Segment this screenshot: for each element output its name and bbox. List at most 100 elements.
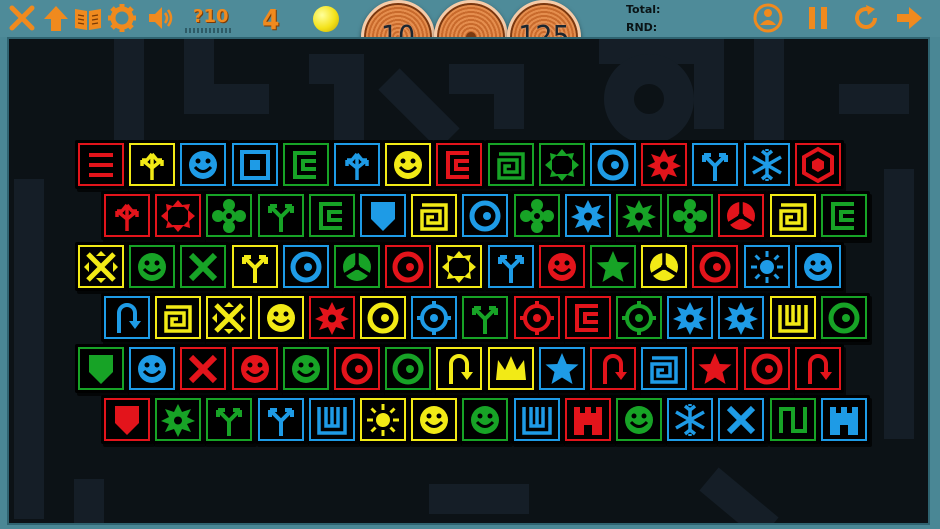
tile[interactable]: [535, 140, 588, 189]
tile[interactable]: [408, 191, 461, 240]
tile[interactable]: [664, 395, 717, 444]
tile[interactable]: [177, 344, 230, 393]
tile[interactable]: [75, 242, 127, 291]
tile[interactable]: [203, 293, 256, 342]
tile[interactable]: [408, 293, 461, 342]
tile[interactable]: [715, 395, 768, 444]
tile[interactable]: [331, 242, 383, 291]
tile[interactable]: [587, 140, 639, 189]
tile[interactable]: [254, 293, 307, 342]
tile[interactable]: [331, 344, 383, 393]
tile[interactable]: [638, 242, 691, 291]
tile[interactable]: [254, 191, 307, 240]
tile[interactable]: [484, 242, 537, 291]
tile[interactable]: [766, 191, 819, 240]
tile[interactable]: [561, 395, 614, 444]
tile[interactable]: [613, 293, 665, 342]
hint-counter[interactable]: ?10: [193, 6, 229, 27]
tile[interactable]: [357, 395, 409, 444]
tile[interactable]: [791, 140, 844, 189]
tile[interactable]: [152, 191, 205, 240]
tile[interactable]: [638, 344, 691, 393]
tile[interactable]: [254, 395, 307, 444]
tile[interactable]: [715, 293, 768, 342]
tile[interactable]: [126, 344, 179, 393]
tile[interactable]: [689, 242, 742, 291]
tutorial-button[interactable]: [752, 2, 784, 34]
tile[interactable]: [817, 191, 870, 240]
restart-button[interactable]: [850, 2, 882, 34]
tile[interactable]: [101, 191, 153, 240]
tile[interactable]: [433, 344, 486, 393]
tile[interactable]: [382, 344, 435, 393]
tile[interactable]: [357, 293, 409, 342]
tile[interactable]: [664, 191, 717, 240]
tile[interactable]: [203, 395, 256, 444]
tile[interactable]: [357, 191, 409, 240]
sound-button[interactable]: [145, 2, 177, 34]
tile[interactable]: [817, 395, 870, 444]
tile[interactable]: [689, 140, 742, 189]
tile[interactable]: [817, 293, 870, 342]
tile[interactable]: [535, 344, 588, 393]
tile[interactable]: [305, 293, 358, 342]
tile[interactable]: [791, 242, 844, 291]
tile[interactable]: [331, 140, 383, 189]
tile[interactable]: [587, 242, 639, 291]
tile[interactable]: [203, 191, 256, 240]
tile[interactable]: [740, 242, 793, 291]
tile[interactable]: [535, 242, 588, 291]
tile[interactable]: [740, 344, 793, 393]
tile[interactable]: [75, 344, 127, 393]
tile[interactable]: [279, 140, 332, 189]
tile[interactable]: [510, 191, 563, 240]
tile[interactable]: [177, 242, 230, 291]
tile[interactable]: [305, 395, 358, 444]
tile[interactable]: [279, 242, 332, 291]
tile[interactable]: [101, 395, 153, 444]
tile[interactable]: [382, 140, 435, 189]
tile[interactable]: [126, 242, 179, 291]
tile[interactable]: [228, 242, 281, 291]
tile[interactable]: [152, 293, 205, 342]
tile[interactable]: [305, 191, 358, 240]
tile[interactable]: [664, 293, 717, 342]
next-button[interactable]: [893, 2, 925, 34]
tile[interactable]: [101, 293, 153, 342]
tile[interactable]: [484, 140, 537, 189]
tile[interactable]: [689, 344, 742, 393]
tile[interactable]: [766, 293, 819, 342]
tile[interactable]: [228, 344, 281, 393]
tile[interactable]: [433, 140, 486, 189]
tile[interactable]: [587, 344, 639, 393]
tile[interactable]: [484, 344, 537, 393]
tile[interactable]: [408, 395, 461, 444]
tile[interactable]: [459, 191, 512, 240]
tile[interactable]: [740, 140, 793, 189]
close-button[interactable]: [6, 2, 38, 34]
tile[interactable]: [228, 140, 281, 189]
tile[interactable]: [715, 191, 768, 240]
tile[interactable]: [561, 293, 614, 342]
tile[interactable]: [613, 395, 665, 444]
tile[interactable]: [791, 344, 844, 393]
tile[interactable]: [75, 140, 127, 189]
tile[interactable]: [561, 191, 614, 240]
tile[interactable]: [152, 395, 205, 444]
tile[interactable]: [459, 395, 512, 444]
tile[interactable]: [382, 242, 435, 291]
pause-button[interactable]: [802, 2, 834, 34]
settings-button[interactable]: [106, 2, 138, 34]
tile[interactable]: [126, 140, 179, 189]
tile[interactable]: [279, 344, 332, 393]
tile[interactable]: [638, 140, 691, 189]
tile[interactable]: [459, 293, 512, 342]
book-button[interactable]: [72, 2, 104, 34]
tile[interactable]: [510, 293, 563, 342]
tile[interactable]: [177, 140, 230, 189]
tile[interactable]: [433, 242, 486, 291]
tile[interactable]: [510, 395, 563, 444]
tile[interactable]: [613, 191, 665, 240]
up-button[interactable]: [40, 2, 72, 34]
tile[interactable]: [766, 395, 819, 444]
